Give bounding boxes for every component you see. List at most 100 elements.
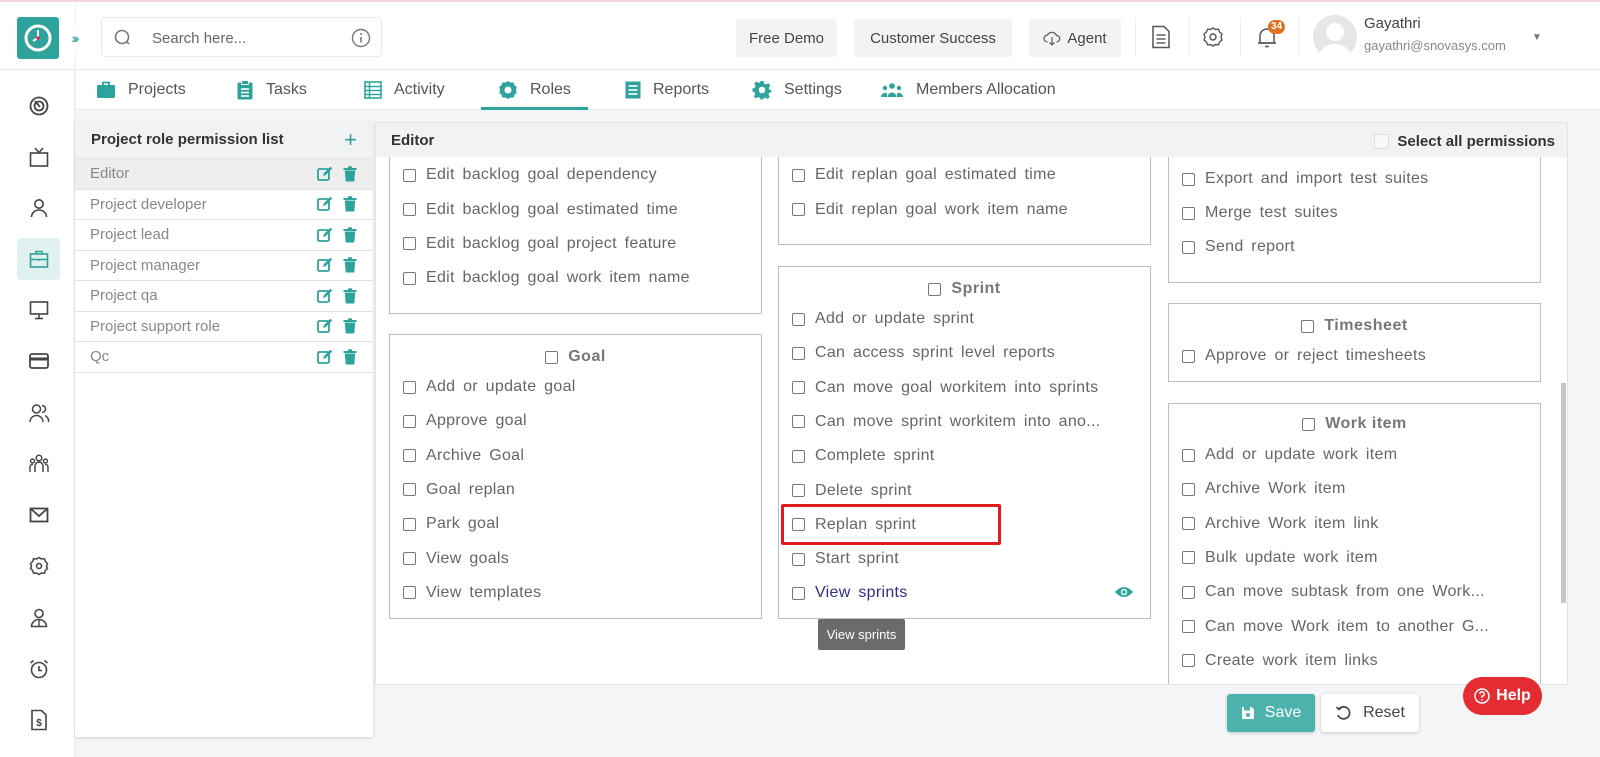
trash-icon[interactable] — [343, 318, 357, 334]
permission-view-goals[interactable]: View goals — [403, 550, 509, 568]
permission-label[interactable]: View sprints — [815, 584, 908, 602]
sprint-group-checkbox[interactable] — [928, 282, 942, 296]
save-button[interactable]: Save — [1227, 694, 1315, 732]
permission-edit-backlog-goal-project-feature[interactable]: Edit backlog goal project feature — [403, 235, 677, 253]
permission-checkbox[interactable] — [403, 380, 416, 394]
role-row-project-support-role[interactable]: Project support role — [75, 312, 373, 342]
permission-goal-replan[interactable]: Goal replan — [403, 481, 515, 499]
edit-icon[interactable] — [317, 196, 333, 212]
permission-checkbox[interactable] — [1182, 585, 1195, 599]
permission-add-or-update-goal[interactable]: Add or update goal — [403, 378, 576, 396]
notification-bell-icon[interactable]: 34 — [1250, 20, 1286, 54]
agent-button[interactable]: Agent — [1029, 19, 1121, 57]
permission-edit-backlog-goal-work-item-name[interactable]: Edit backlog goal work item name — [403, 269, 690, 287]
permission-can-move-sprint-workitem-into-ano[interactable]: Can move sprint workitem into ano... — [792, 413, 1100, 431]
role-row-project-developer[interactable]: Project developer — [75, 190, 373, 220]
permission-checkbox[interactable] — [1182, 206, 1195, 220]
permission-checkbox[interactable] — [1182, 448, 1195, 462]
timesheet-group-title[interactable]: Timesheet — [1169, 317, 1540, 335]
permission-checkbox[interactable] — [792, 586, 805, 600]
permission-add-or-update-work-item[interactable]: Add or update work item — [1182, 446, 1397, 464]
permission-checkbox[interactable] — [1182, 172, 1195, 186]
permission-checkbox[interactable] — [792, 449, 805, 463]
trash-icon[interactable] — [343, 227, 357, 243]
rail-tv[interactable] — [17, 136, 60, 178]
trash-icon[interactable] — [343, 288, 357, 304]
tab-members-allocation[interactable]: Members Allocation — [880, 70, 1056, 110]
tab-roles[interactable]: Roles — [481, 70, 588, 110]
permission-checkbox[interactable] — [403, 203, 416, 217]
reset-button[interactable]: Reset — [1321, 694, 1419, 732]
permission-checkbox[interactable] — [1182, 517, 1195, 531]
permission-checkbox[interactable] — [792, 168, 805, 182]
permission-checkbox[interactable] — [403, 168, 416, 182]
edit-icon[interactable] — [317, 257, 333, 273]
permission-checkbox[interactable] — [792, 203, 805, 217]
permission-checkbox[interactable] — [403, 449, 416, 463]
rail-users[interactable] — [17, 392, 60, 434]
permission-checkbox[interactable] — [403, 552, 416, 565]
permission-send-report[interactable]: Send report — [1182, 238, 1295, 256]
rail-user[interactable] — [17, 187, 60, 229]
role-row-qc[interactable]: Qc — [75, 342, 373, 373]
permission-checkbox[interactable] — [1182, 654, 1195, 668]
permission-view-sprints[interactable]: View sprints — [792, 584, 908, 602]
edit-icon[interactable] — [317, 318, 333, 334]
tab-tasks[interactable]: Tasks — [236, 70, 307, 110]
permission-checkbox[interactable] — [792, 484, 805, 497]
role-row-project-qa[interactable]: Project qa — [75, 281, 373, 312]
user-menu-chevron-down-icon[interactable]: ▼ — [1532, 32, 1542, 43]
trash-icon[interactable] — [343, 166, 357, 182]
permission-approve-or-reject-timesheets[interactable]: Approve or reject timesheets — [1182, 347, 1426, 365]
trash-icon[interactable] — [343, 257, 357, 273]
permission-park-goal[interactable]: Park goal — [403, 515, 499, 533]
permission-checkbox[interactable] — [1182, 620, 1195, 633]
permission-checkbox[interactable] — [403, 586, 416, 600]
free-demo-button[interactable]: Free Demo — [736, 19, 837, 57]
rail-settings[interactable] — [17, 545, 60, 587]
permission-merge-test-suites[interactable]: Merge test suites — [1182, 204, 1338, 222]
permission-edit-replan-goal-estimated-time[interactable]: Edit replan goal estimated time — [792, 166, 1056, 184]
permission-approve-goal[interactable]: Approve goal — [403, 412, 527, 430]
document-icon[interactable] — [1144, 20, 1178, 54]
select-all-checkbox[interactable] — [1374, 134, 1390, 149]
permission-checkbox[interactable] — [792, 346, 805, 360]
work-item-group-title[interactable]: Work item — [1169, 415, 1540, 433]
role-row-editor[interactable]: Editor — [75, 159, 373, 190]
permission-edit-backlog-goal-dependency[interactable]: Edit backlog goal dependency — [403, 166, 657, 184]
edit-icon[interactable] — [317, 166, 333, 182]
permission-can-access-sprint-level-reports[interactable]: Can access sprint level reports — [792, 344, 1055, 362]
permission-archive-work-item-link[interactable]: Archive Work item link — [1182, 515, 1379, 533]
permission-can-move-subtask-from-one-work[interactable]: Can move subtask from one Work... — [1182, 583, 1485, 601]
permission-replan-sprint[interactable]: Replan sprint — [792, 516, 916, 534]
permission-checkbox[interactable] — [403, 271, 416, 285]
view-eye-icon[interactable] — [1114, 585, 1134, 599]
permission-checkbox[interactable] — [792, 312, 805, 326]
rail-team[interactable] — [17, 443, 60, 485]
permission-add-or-update-sprint[interactable]: Add or update sprint — [792, 310, 974, 328]
settings-gear-icon[interactable] — [1196, 20, 1230, 54]
search-input[interactable] — [152, 27, 332, 49]
select-all-permissions[interactable]: Select all permissions — [1374, 133, 1555, 150]
permission-checkbox[interactable] — [1182, 349, 1195, 363]
permission-create-work-item-links[interactable]: Create work item links — [1182, 652, 1378, 670]
rail-invoice[interactable]: $ — [17, 699, 60, 741]
tab-settings[interactable]: Settings — [752, 70, 842, 110]
permission-checkbox[interactable] — [1182, 482, 1195, 496]
permission-edit-replan-goal-work-item-name[interactable]: Edit replan goal work item name — [792, 201, 1068, 219]
role-row-project-manager[interactable]: Project manager — [75, 251, 373, 281]
permission-checkbox[interactable] — [403, 517, 416, 531]
permission-archive-goal[interactable]: Archive Goal — [403, 447, 524, 465]
tab-activity[interactable]: Activity — [364, 70, 445, 110]
role-row-project-lead[interactable]: Project lead — [75, 220, 373, 251]
expand-sidebar-icon[interactable]: ››› — [62, 26, 86, 50]
permission-checkbox[interactable] — [1182, 551, 1195, 565]
customer-success-button[interactable]: Customer Success — [854, 19, 1012, 57]
rail-alarm[interactable] — [17, 648, 60, 690]
add-role-plus-icon[interactable]: + — [344, 128, 357, 151]
tab-reports[interactable]: Reports — [625, 70, 709, 110]
timesheet-group-checkbox[interactable] — [1301, 319, 1315, 333]
goal-group-title[interactable]: Goal — [390, 348, 761, 366]
permission-edit-backlog-goal-estimated-time[interactable]: Edit backlog goal estimated time — [403, 201, 678, 219]
help-button[interactable]: Help — [1463, 677, 1542, 715]
